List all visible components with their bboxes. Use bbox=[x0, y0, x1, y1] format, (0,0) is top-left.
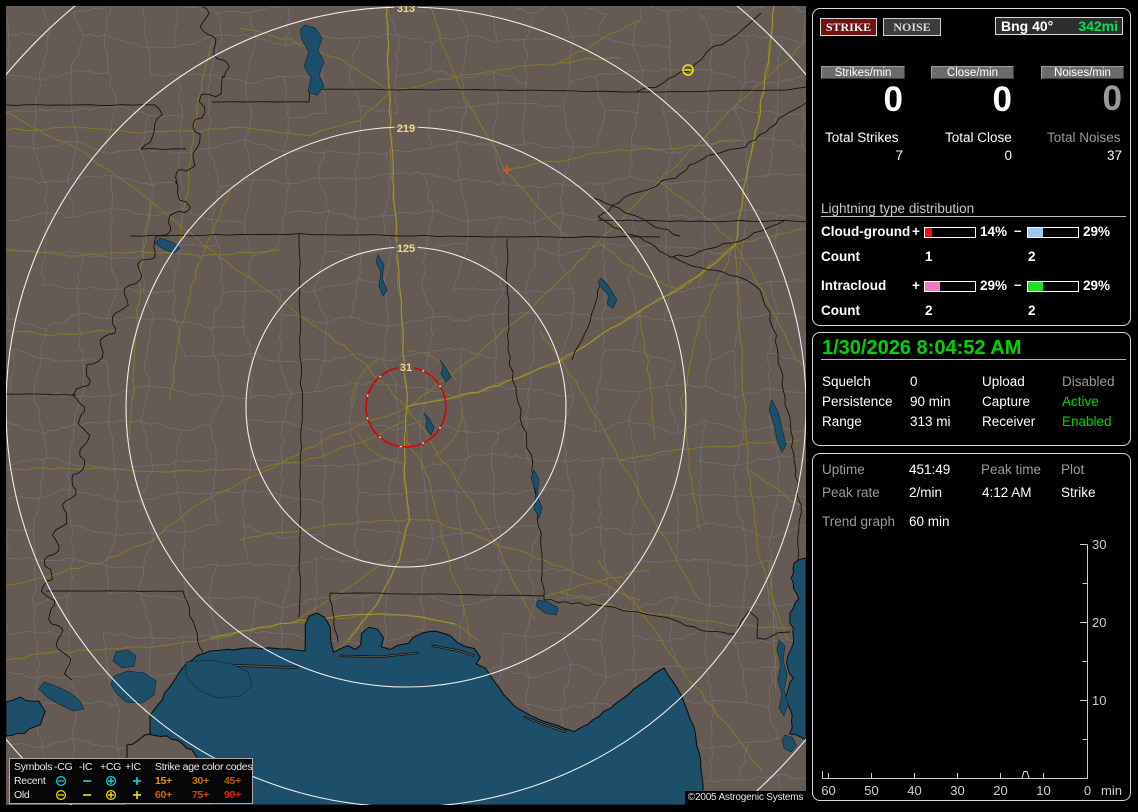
svg-text:219: 219 bbox=[397, 123, 415, 135]
svg-text:125: 125 bbox=[397, 243, 415, 255]
svg-text:30: 30 bbox=[1092, 537, 1106, 552]
svg-text:50: 50 bbox=[864, 783, 878, 798]
svg-text:0: 0 bbox=[1084, 783, 1091, 798]
svg-text:40: 40 bbox=[907, 783, 921, 798]
svg-text:min: min bbox=[1101, 783, 1122, 798]
svg-text:31: 31 bbox=[400, 362, 412, 374]
svg-text:30: 30 bbox=[950, 783, 964, 798]
svg-text:313: 313 bbox=[397, 6, 415, 15]
svg-text:20: 20 bbox=[1092, 615, 1106, 630]
svg-text:20: 20 bbox=[993, 783, 1007, 798]
svg-text:60: 60 bbox=[821, 783, 835, 798]
svg-text:10: 10 bbox=[1036, 783, 1050, 798]
svg-text:10: 10 bbox=[1092, 693, 1106, 708]
